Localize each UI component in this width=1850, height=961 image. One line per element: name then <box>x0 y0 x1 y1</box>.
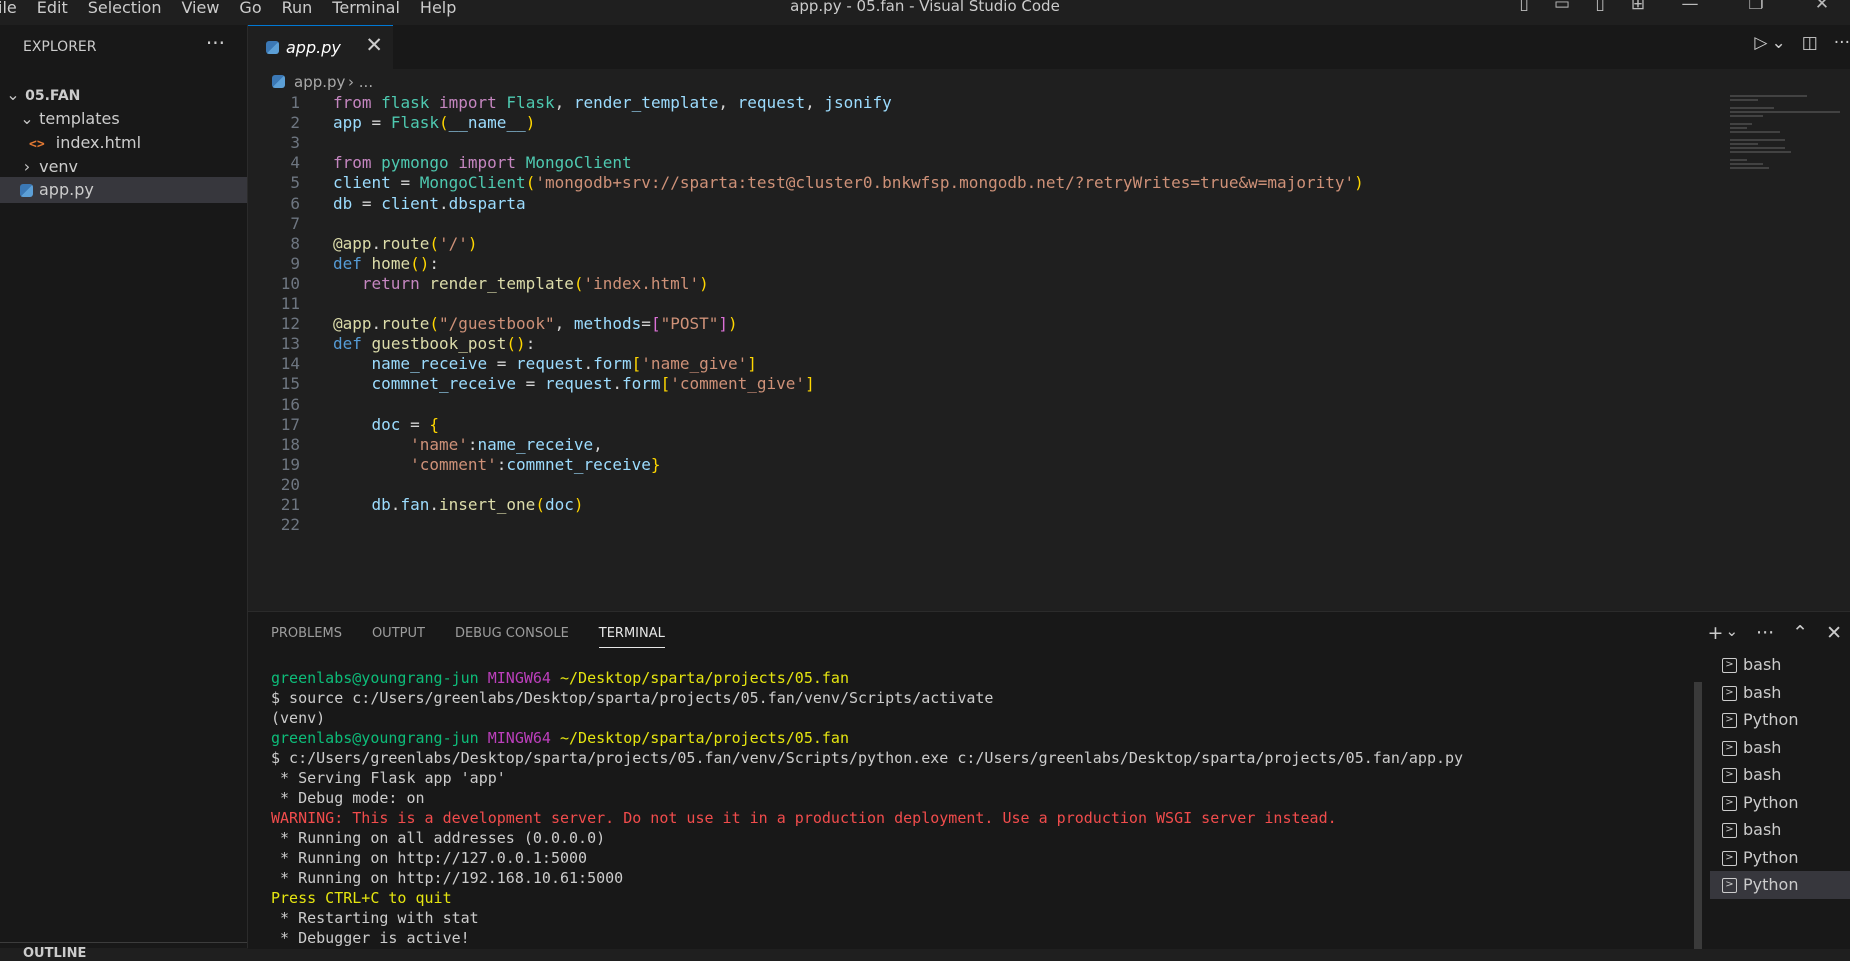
minimize-icon[interactable]: — <box>1662 0 1718 14</box>
tab-output[interactable]: OUTPUT <box>372 626 425 648</box>
run-python-file-icon[interactable]: ▷ <box>1754 33 1767 53</box>
python-file-icon <box>266 41 279 54</box>
folder-templates[interactable]: ⌄ templates <box>0 106 247 132</box>
customize-layout-icon[interactable]: ⊞ <box>1624 0 1652 14</box>
terminal-label: bash <box>1743 765 1782 784</box>
close-window-icon[interactable]: ✕ <box>1794 0 1850 14</box>
restore-icon[interactable]: ❐ <box>1728 0 1784 14</box>
html-file-icon: <> <box>29 137 45 152</box>
editor-actions: ▷ ⌄ ◫ ··· <box>1738 33 1850 53</box>
tree-item-label: app.py <box>39 180 94 199</box>
terminal-label: Python <box>1743 875 1799 894</box>
toggle-panel-icon[interactable]: ▭ <box>1548 0 1576 14</box>
code-editor[interactable]: 1 from flask import Flask, render_templat… <box>248 95 1850 611</box>
breadcrumb-more[interactable]: › ... <box>348 73 373 91</box>
more-actions-icon[interactable]: ··· <box>1756 622 1774 644</box>
terminal-icon: > <box>1722 878 1737 893</box>
terminal-instance-5[interactable]: > bash <box>1710 761 1850 789</box>
code-line[interactable]: 22 <box>248 513 333 537</box>
close-panel-icon[interactable]: ✕ <box>1826 622 1842 644</box>
panel-tabs: PROBLEMS OUTPUT DEBUG CONSOLE TERMINAL <box>271 626 695 648</box>
tree-item-label: venv <box>39 157 79 176</box>
tab-label: app.py <box>286 38 341 57</box>
toggle-sidebar-icon[interactable]: ▯ <box>1510 0 1538 14</box>
terminal-label: bash <box>1743 655 1782 674</box>
code-line[interactable]: 15 commnet_receive = request.form['comme… <box>248 372 815 396</box>
panel-actions: + ⌄ ··· ⌃ ✕ <box>1690 622 1842 644</box>
terminal-icon: > <box>1722 658 1737 673</box>
terminal-icon: > <box>1722 768 1737 783</box>
folder-root-05fan[interactable]: ⌄ 05.FAN <box>0 82 247 108</box>
terminal-instance-7[interactable]: > bash <box>1710 816 1850 844</box>
python-file-icon <box>272 75 285 88</box>
terminal-label: bash <box>1743 682 1782 702</box>
terminal-instance-1[interactable]: > bash <box>1710 651 1850 679</box>
terminal-label: Python <box>1743 710 1799 729</box>
terminal-label: Python <box>1743 847 1799 867</box>
file-index-html[interactable]: <> index.html <box>0 130 247 156</box>
explorer-title: EXPLORER <box>23 39 97 55</box>
terminal-instance-8[interactable]: > Python <box>1710 844 1850 872</box>
more-actions-icon[interactable]: ··· <box>1834 33 1850 53</box>
terminal-instance-2[interactable]: > bash <box>1710 679 1850 707</box>
terminal-instance-3[interactable]: > Python <box>1710 706 1850 734</box>
terminal-label: Python <box>1743 792 1799 812</box>
file-app-py[interactable]: app.py <box>0 177 247 203</box>
outline-section[interactable]: OUTLINE <box>0 942 247 961</box>
breadcrumb: app.py › ... <box>248 69 1850 95</box>
chevron-down-icon[interactable]: ⌄ <box>1725 622 1738 644</box>
toggle-secondary-sidebar-icon[interactable]: ▯ <box>1586 0 1614 14</box>
tab-debug-console[interactable]: DEBUG CONSOLE <box>455 626 569 648</box>
terminal-icon: > <box>1722 713 1737 728</box>
tree-item-label: templates <box>39 109 120 128</box>
maximize-panel-icon[interactable]: ⌃ <box>1792 622 1808 644</box>
close-tab-icon[interactable]: ✕ <box>365 33 383 57</box>
editor-tab-bar: app.py ✕ ▷ ⌄ ◫ ··· <box>248 25 1850 70</box>
terminal-output[interactable]: greenlabs@youngrang-jun MINGW64 ~/Deskto… <box>271 668 1711 948</box>
line-number: 22 <box>280 515 300 535</box>
terminal-icon: > <box>1722 685 1737 701</box>
terminal-icon: > <box>1722 795 1737 811</box>
terminal-instance-6[interactable]: > Python <box>1710 789 1850 817</box>
terminal-label: bash <box>1743 737 1782 757</box>
terminal-label: bash <box>1743 820 1782 839</box>
more-actions-icon[interactable]: ··· <box>206 31 225 55</box>
tree-item-label: index.html <box>55 133 142 152</box>
terminal-scrollbar[interactable] <box>1694 682 1702 949</box>
terminal-icon: > <box>1722 850 1737 866</box>
bottom-panel: PROBLEMS OUTPUT DEBUG CONSOLE TERMINAL +… <box>248 611 1850 949</box>
terminal-icon: > <box>1722 823 1737 838</box>
title-bar: ile Edit Selection View Go Run Terminal … <box>0 0 1850 25</box>
tab-problems[interactable]: PROBLEMS <box>271 626 342 648</box>
explorer-sidebar: EXPLORER ··· ⌄ 05.FAN ⌄ templates <> ind… <box>0 25 248 961</box>
tab-app-py[interactable]: app.py ✕ <box>248 25 393 70</box>
tab-terminal[interactable]: TERMINAL <box>598 626 665 648</box>
chevron-down-icon: ⌄ <box>20 109 34 128</box>
new-terminal-icon[interactable]: + <box>1708 622 1724 644</box>
terminal-instance-9[interactable]: > Python <box>1710 871 1850 899</box>
breadcrumb-file[interactable]: app.py <box>294 73 345 91</box>
split-editor-icon[interactable]: ◫ <box>1802 33 1818 53</box>
terminal-list: > bash > bash > Python > bash > bash > Python > bash >… <box>1710 651 1850 899</box>
minimap[interactable] <box>1730 95 1840 175</box>
terminal-icon: > <box>1722 740 1737 756</box>
terminal-instance-4[interactable]: > bash <box>1710 734 1850 762</box>
window-controls: ▯ ▭ ▯ ⊞ — ❐ ✕ <box>1500 0 1850 14</box>
python-file-icon <box>20 184 33 197</box>
chevron-down-icon[interactable]: ⌄ <box>1771 33 1785 53</box>
chevron-down-icon: ⌄ <box>6 85 20 104</box>
